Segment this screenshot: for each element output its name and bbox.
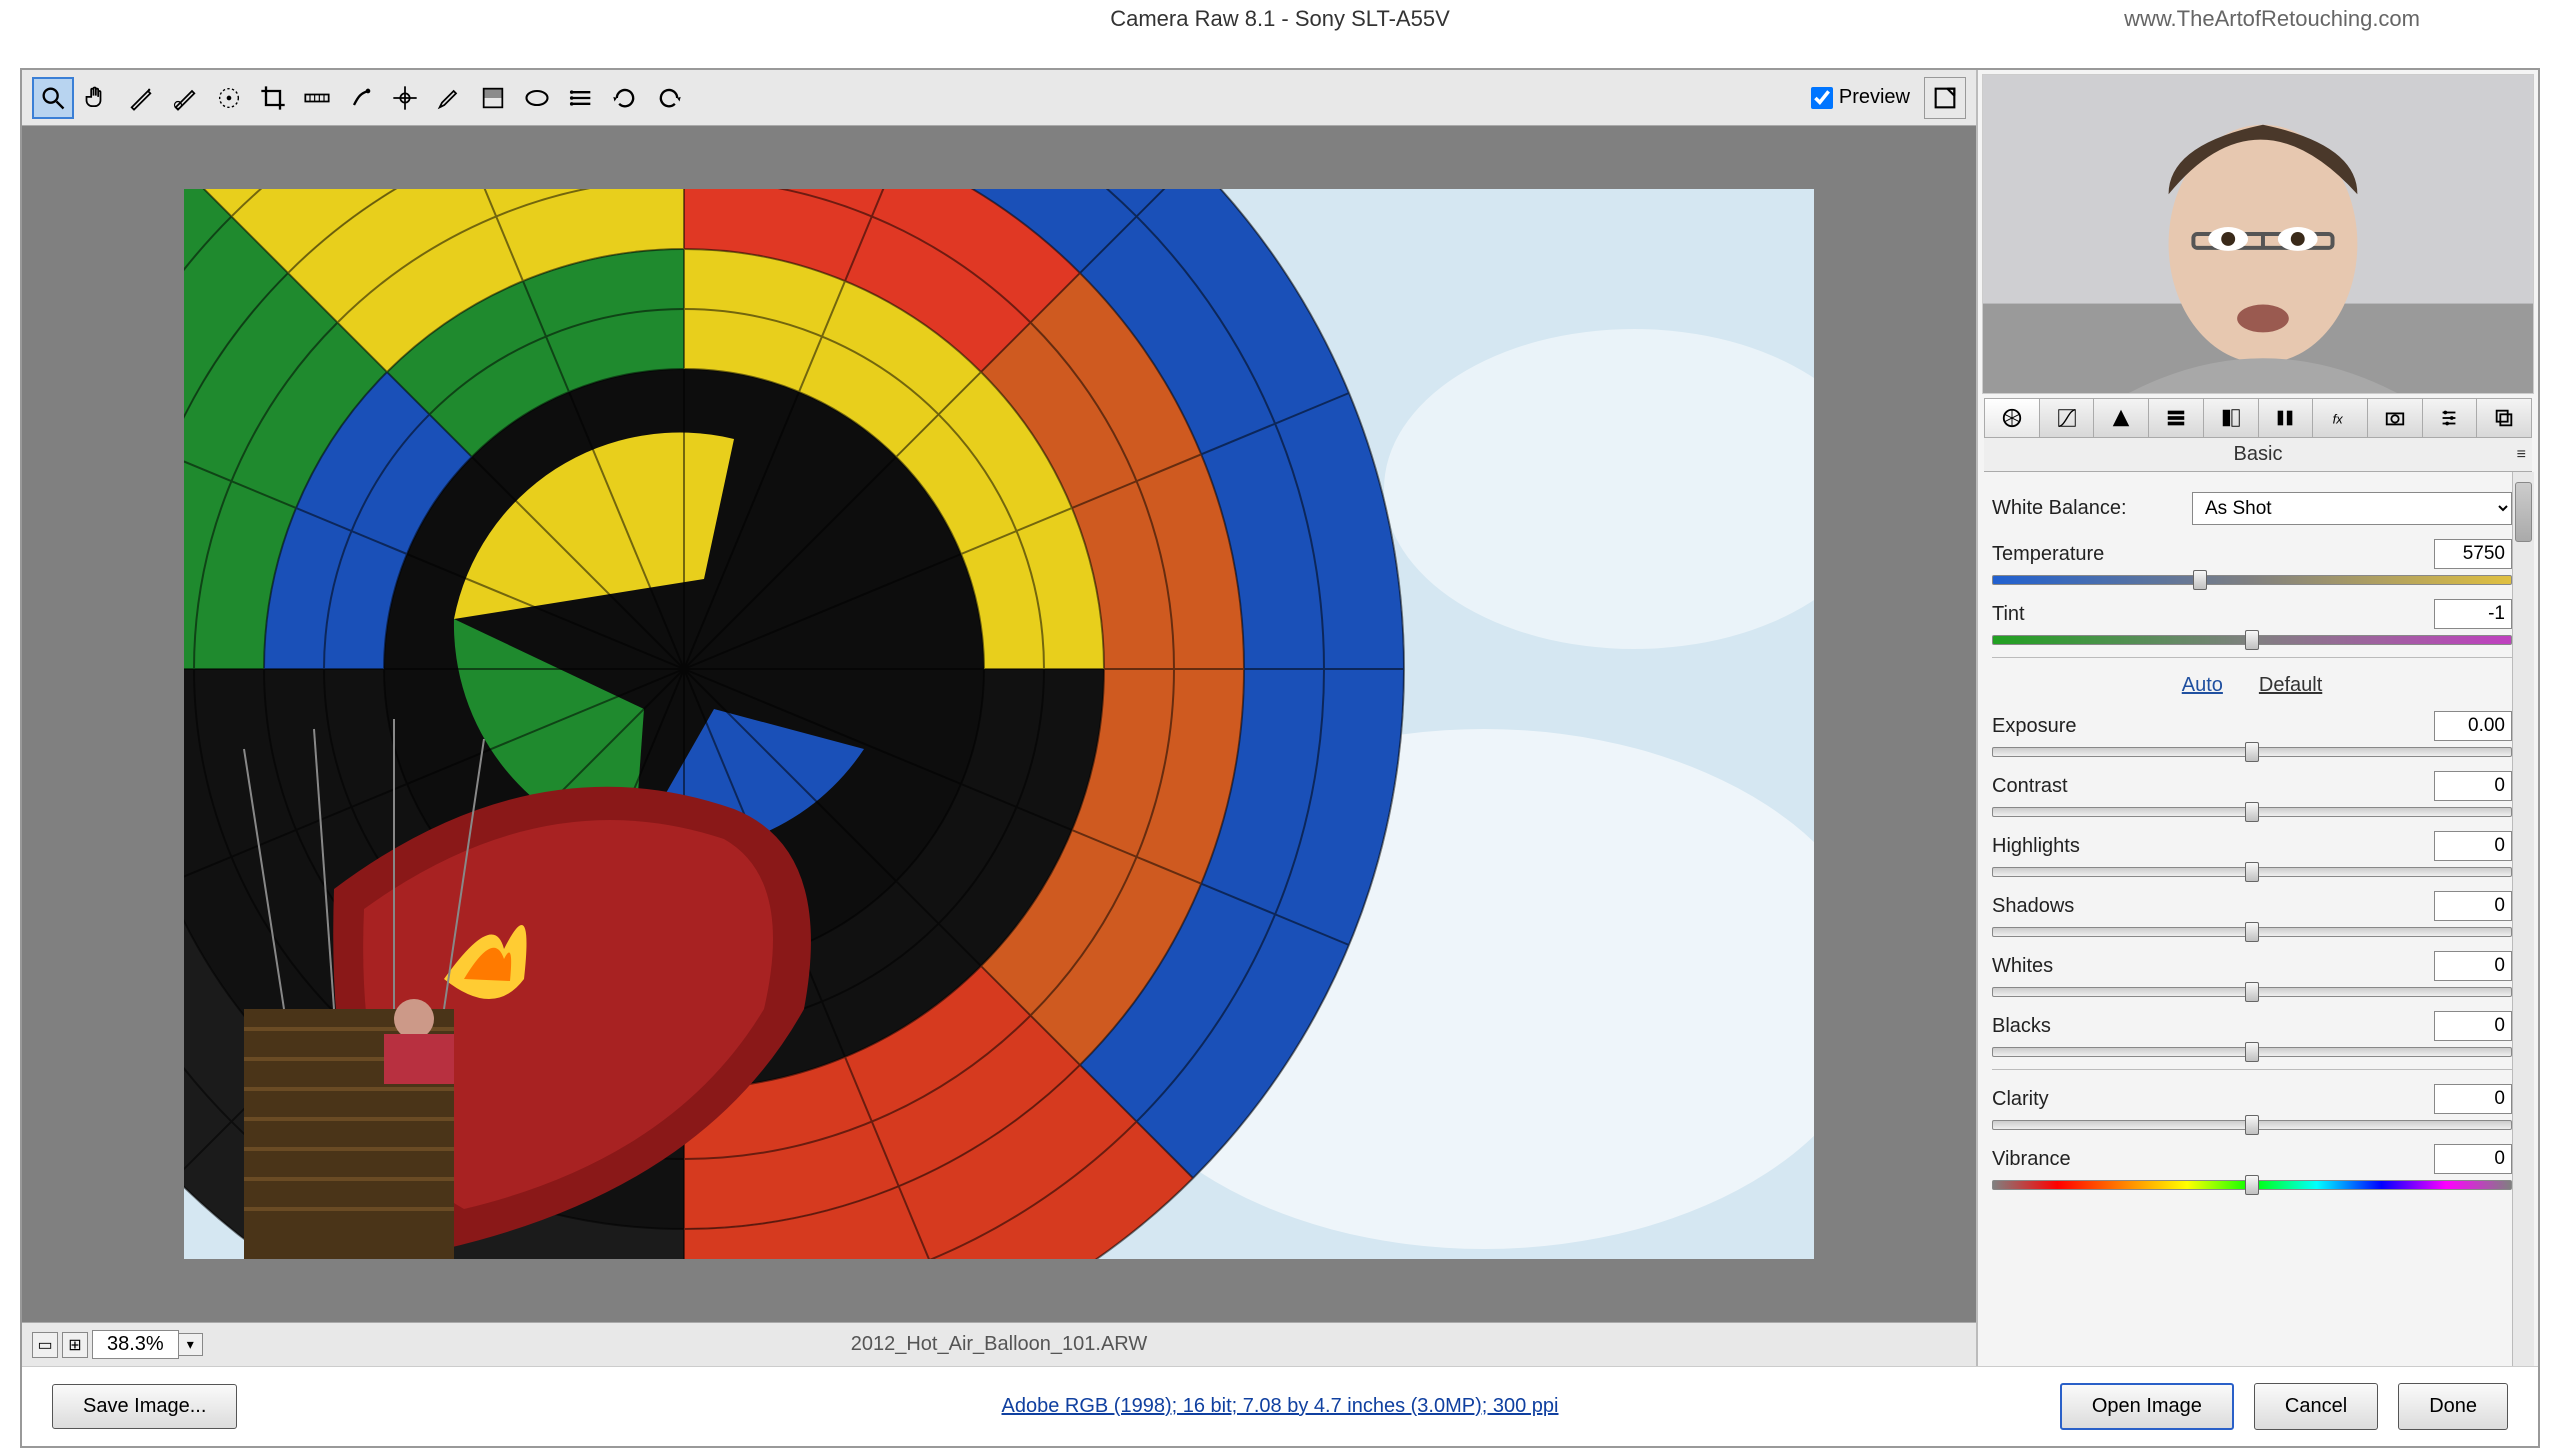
vibrance-input[interactable]	[2434, 1144, 2512, 1174]
app-frame: Preview	[20, 68, 2540, 1448]
panel-scrollbar[interactable]	[2512, 472, 2534, 1366]
shadows-input[interactable]	[2434, 891, 2512, 921]
open-image-button[interactable]: Open Image	[2060, 1383, 2234, 1430]
webcam-overlay	[1982, 74, 2534, 394]
panel-header: Basic ≡	[1984, 438, 2532, 472]
toolbar: Preview	[22, 70, 1976, 126]
zoom-in-button[interactable]: ⊞	[62, 1332, 88, 1358]
highlights-input[interactable]	[2434, 831, 2512, 861]
vibrance-slider[interactable]: Vibrance	[1992, 1144, 2512, 1190]
straighten-tool-icon[interactable]	[296, 77, 338, 119]
temperature-label: Temperature	[1992, 543, 2104, 566]
exposure-slider[interactable]: Exposure	[1992, 711, 2512, 757]
adjustment-brush-tool-icon[interactable]	[428, 77, 470, 119]
highlights-slider[interactable]: Highlights	[1992, 831, 2512, 877]
rotate-ccw-icon[interactable]	[604, 77, 646, 119]
tab-lens-corrections-icon[interactable]	[2259, 399, 2314, 437]
crop-tool-icon[interactable]	[252, 77, 294, 119]
svg-text:fx: fx	[2333, 412, 2344, 427]
panel-tabs: fx	[1984, 398, 2532, 438]
tab-split-toning-icon[interactable]	[2204, 399, 2259, 437]
auto-link[interactable]: Auto	[2182, 674, 2223, 697]
white-balance-label: White Balance:	[1992, 497, 2127, 520]
whites-slider[interactable]: Whites	[1992, 951, 2512, 997]
tab-hsl-icon[interactable]	[2149, 399, 2204, 437]
zoom-dropdown-icon[interactable]: ▾	[179, 1333, 203, 1356]
zoom-out-button[interactable]: ▭	[32, 1332, 58, 1358]
panel-title: Basic	[2234, 443, 2283, 466]
preview-label: Preview	[1839, 86, 1910, 109]
rotate-cw-icon[interactable]	[648, 77, 690, 119]
panel-menu-icon[interactable]: ≡	[2517, 446, 2526, 464]
targeted-adjustment-tool-icon[interactable]	[208, 77, 250, 119]
bottom-bar: Save Image... Adobe RGB (1998); 16 bit; …	[22, 1366, 2538, 1446]
default-link[interactable]: Default	[2259, 674, 2322, 697]
fullscreen-toggle-icon[interactable]	[1924, 77, 1966, 119]
temperature-slider[interactable]: Temperature	[1992, 539, 2512, 585]
tab-camera-calibration-icon[interactable]	[2368, 399, 2423, 437]
blacks-slider[interactable]: Blacks	[1992, 1011, 2512, 1057]
cancel-button[interactable]: Cancel	[2254, 1383, 2378, 1430]
zoom-bar: ▭ ⊞ 38.3% ▾ 2012_Hot_Air_Balloon_101.ARW	[22, 1322, 1976, 1366]
preview-checkbox-input[interactable]	[1811, 87, 1833, 109]
exposure-input[interactable]	[2434, 711, 2512, 741]
save-image-button[interactable]: Save Image...	[52, 1384, 237, 1429]
clarity-slider[interactable]: Clarity	[1992, 1084, 2512, 1130]
image-canvas	[184, 189, 1814, 1259]
contrast-slider[interactable]: Contrast	[1992, 771, 2512, 817]
whites-label: Whites	[1992, 955, 2053, 978]
image-preview-area[interactable]	[22, 126, 1976, 1322]
tint-label: Tint	[1992, 603, 2025, 626]
workflow-options-link[interactable]: Adobe RGB (1998); 16 bit; 7.08 by 4.7 in…	[1002, 1395, 1559, 1418]
done-button[interactable]: Done	[2398, 1383, 2508, 1430]
watermark-text: www.TheArtofRetouching.com	[2124, 6, 2420, 32]
zoom-tool-icon[interactable]	[32, 77, 74, 119]
color-sampler-tool-icon[interactable]	[164, 77, 206, 119]
clarity-input[interactable]	[2434, 1084, 2512, 1114]
highlights-label: Highlights	[1992, 835, 2080, 858]
preview-checkbox[interactable]: Preview	[1811, 86, 1910, 109]
temperature-input[interactable]	[2434, 539, 2512, 569]
exposure-label: Exposure	[1992, 715, 2077, 738]
tab-tone-curve-icon[interactable]	[2040, 399, 2095, 437]
vibrance-label: Vibrance	[1992, 1148, 2071, 1171]
tab-detail-icon[interactable]	[2094, 399, 2149, 437]
red-eye-tool-icon[interactable]	[384, 77, 426, 119]
blacks-input[interactable]	[2434, 1011, 2512, 1041]
shadows-slider[interactable]: Shadows	[1992, 891, 2512, 937]
tab-presets-icon[interactable]	[2423, 399, 2478, 437]
white-balance-tool-icon[interactable]	[120, 77, 162, 119]
shadows-label: Shadows	[1992, 895, 2074, 918]
tab-effects-icon[interactable]: fx	[2313, 399, 2368, 437]
panel-body: White Balance: As Shot Temperature Tint	[1978, 472, 2538, 1366]
preferences-tool-icon[interactable]	[560, 77, 602, 119]
spot-removal-tool-icon[interactable]	[340, 77, 382, 119]
graduated-filter-tool-icon[interactable]	[472, 77, 514, 119]
contrast-label: Contrast	[1992, 775, 2068, 798]
filename-label: 2012_Hot_Air_Balloon_101.ARW	[851, 1333, 1148, 1356]
whites-input[interactable]	[2434, 951, 2512, 981]
window-title: Camera Raw 8.1 - Sony SLT-A55V	[1110, 6, 1450, 32]
tint-slider[interactable]: Tint	[1992, 599, 2512, 645]
radial-filter-tool-icon[interactable]	[516, 77, 558, 119]
contrast-input[interactable]	[2434, 771, 2512, 801]
tab-basic-icon[interactable]	[1985, 399, 2040, 437]
zoom-level-value: 38.3%	[92, 1330, 179, 1359]
blacks-label: Blacks	[1992, 1015, 2051, 1038]
clarity-label: Clarity	[1992, 1088, 2049, 1111]
hand-tool-icon[interactable]	[76, 77, 118, 119]
tint-input[interactable]	[2434, 599, 2512, 629]
tab-snapshots-icon[interactable]	[2477, 399, 2531, 437]
white-balance-select[interactable]: As Shot	[2192, 492, 2512, 525]
